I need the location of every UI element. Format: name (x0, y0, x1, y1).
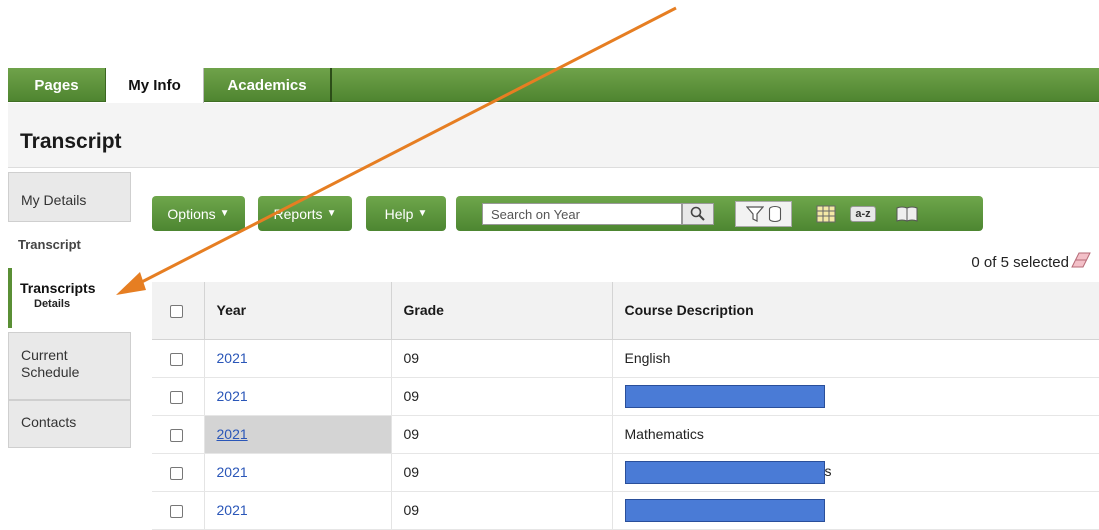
caret-down-icon: ▼ (219, 208, 230, 219)
tab-academics[interactable]: Academics (204, 68, 332, 102)
column-header-year[interactable]: Year (203, 282, 391, 340)
row-checkbox-cell (152, 377, 204, 416)
row-checkbox-cell (152, 491, 204, 530)
sidebar-item-transcripts-label: Transcripts (20, 280, 96, 296)
help-label: Help (384, 205, 414, 222)
cell-year: 2021 (203, 491, 391, 530)
cell-grade: 09 (390, 453, 612, 492)
cell-course: s (611, 453, 1099, 492)
page-title: Transcript (20, 130, 122, 153)
help-menu-button[interactable]: Help ▼ (366, 196, 446, 231)
year-link[interactable]: 2021 (217, 502, 248, 518)
cell-grade: 09 (390, 339, 612, 378)
cell-year: 2021 (203, 377, 391, 416)
row-checkbox[interactable] (170, 352, 183, 366)
cell-year: 2021 (203, 339, 391, 378)
table-row: 2021 09 s (152, 453, 1099, 492)
table-row: 2021 09 (152, 491, 1099, 530)
row-checkbox[interactable] (170, 390, 183, 404)
sidebar-item-contacts[interactable]: Contacts (8, 400, 131, 448)
sidebar: My Details Transcript Transcripts Detail… (8, 168, 131, 529)
column-header-course-description[interactable]: Course Description (611, 282, 1099, 340)
table-row: 2021 09 Mathematics (152, 415, 1099, 454)
current-schedule-line2: Schedule (21, 364, 80, 380)
transcript-table: Year Grade Course Description 2021 09 En… (152, 282, 1099, 530)
row-checkbox[interactable] (170, 428, 183, 442)
cell-grade: 09 (390, 415, 612, 454)
options-menu-button[interactable]: Options ▼ (152, 196, 245, 231)
caret-down-icon: ▼ (417, 208, 428, 219)
cell-course: English (611, 339, 1099, 378)
search-toolbar: a-z (456, 196, 983, 231)
caret-down-icon: ▼ (326, 208, 337, 219)
select-all-checkbox[interactable] (170, 305, 183, 319)
page-title-bar: Transcript (8, 103, 1099, 168)
sidebar-item-transcripts[interactable]: Transcripts Details (8, 268, 131, 328)
cell-course (611, 377, 1099, 416)
cylinder-icon (768, 205, 781, 223)
row-checkbox[interactable] (170, 466, 183, 480)
table-header-row: Year Grade Course Description (152, 282, 1099, 340)
tab-my-info[interactable]: My Info (106, 68, 204, 103)
cell-year: 2021 (203, 415, 391, 454)
cell-course (611, 491, 1099, 530)
filter-icon (745, 206, 764, 222)
year-link[interactable]: 2021 (217, 464, 248, 480)
search-button[interactable] (682, 203, 714, 225)
column-header-grade[interactable]: Grade (390, 282, 612, 340)
sidebar-item-transcripts-details[interactable]: Details (20, 298, 131, 310)
reports-label: Reports (273, 205, 323, 222)
search-icon (690, 206, 705, 221)
cell-grade: 09 (390, 377, 612, 416)
sidebar-section-transcript: Transcript (18, 237, 81, 252)
year-link[interactable]: 2021 (217, 388, 248, 404)
row-checkbox-cell (152, 453, 204, 492)
cell-year: 2021 (203, 453, 391, 492)
table-row: 2021 09 (152, 377, 1099, 416)
course-suffix: s (824, 462, 832, 479)
column-layout-button[interactable] (814, 203, 838, 225)
row-checkbox-cell (152, 339, 204, 378)
redaction-box (624, 498, 825, 522)
search-input[interactable] (482, 203, 682, 225)
selection-count: 0 of 5 selected (971, 254, 1069, 271)
sidebar-item-my-details[interactable]: My Details (8, 172, 131, 222)
cell-grade: 09 (390, 491, 612, 530)
table-row: 2021 09 English (152, 339, 1099, 378)
row-checkbox[interactable] (170, 504, 183, 518)
options-label: Options (167, 205, 216, 222)
filter-button[interactable] (735, 201, 792, 227)
row-checkbox-cell (152, 415, 204, 454)
sort-button[interactable]: a-z (848, 203, 878, 225)
book-icon (896, 206, 918, 222)
tab-pages[interactable]: Pages (8, 68, 106, 102)
current-schedule-line1: Current (21, 347, 68, 363)
reports-menu-button[interactable]: Reports ▼ (258, 196, 352, 231)
sort-az-icon: a-z (850, 206, 876, 222)
cell-course: Mathematics (611, 415, 1099, 454)
sidebar-item-current-schedule[interactable]: Current Schedule (8, 332, 131, 400)
grid-icon (816, 205, 836, 223)
select-all-header (152, 282, 204, 340)
year-link[interactable]: 2021 (217, 426, 248, 442)
help-book-button[interactable] (892, 203, 922, 225)
redaction-box (624, 460, 825, 484)
redaction-box (624, 384, 825, 408)
top-tab-bar: Pages My Info Academics (8, 68, 1099, 103)
eraser-icon[interactable] (1071, 252, 1091, 268)
year-link[interactable]: 2021 (217, 350, 248, 366)
